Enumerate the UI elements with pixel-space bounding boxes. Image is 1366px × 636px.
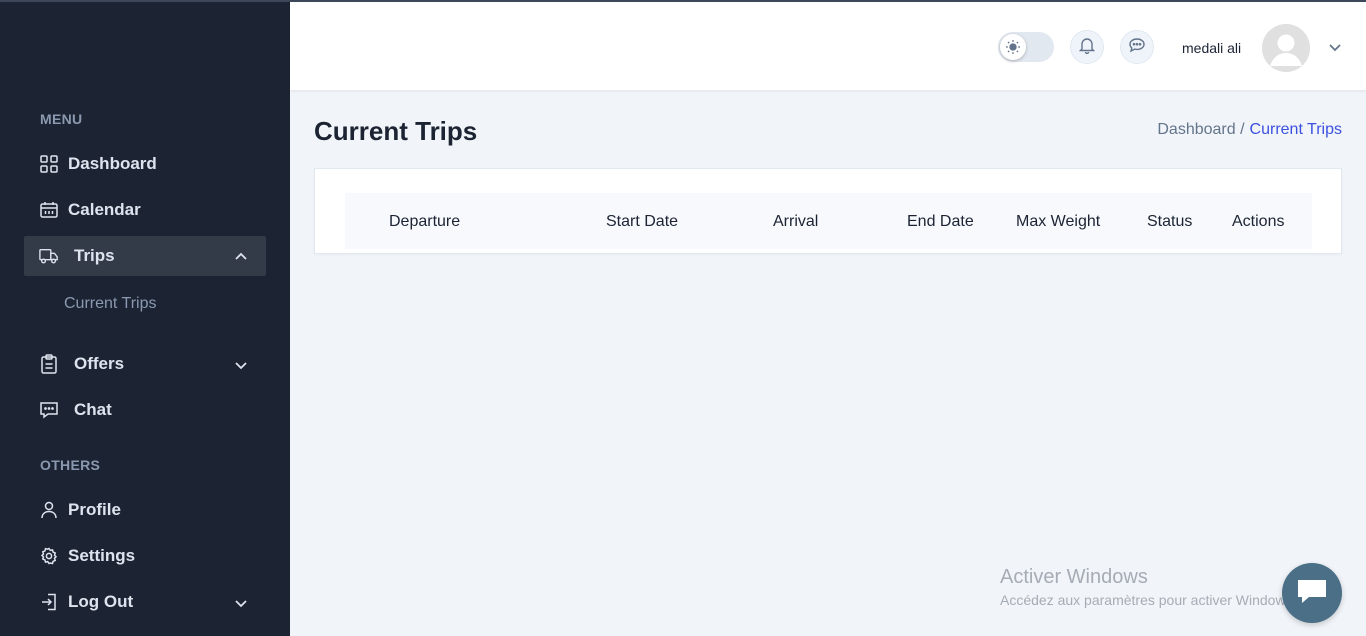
chat-bubble-icon: [1128, 37, 1146, 58]
sidebar-item-label: Dashboard: [68, 154, 157, 173]
column-header-arrival: Arrival: [773, 213, 819, 230]
gear-icon: [39, 547, 59, 565]
calendar-icon: [39, 201, 59, 219]
sun-icon: [1000, 34, 1026, 60]
clipboard-icon: [39, 354, 59, 374]
page-title: Current Trips: [314, 116, 478, 146]
messages-button[interactable]: [1120, 30, 1154, 64]
column-header-actions: Actions: [1232, 213, 1285, 230]
trips-table-card: Departure Start Date Arrival End Date Ma…: [314, 168, 1342, 254]
user-avatar-icon[interactable]: [1262, 24, 1310, 72]
top-header: medali ali: [290, 0, 1366, 90]
chat-widget-button[interactable]: [1282, 563, 1342, 623]
user-name[interactable]: medali ali: [1182, 40, 1241, 56]
breadcrumb-dashboard-link[interactable]: Dashboard /: [1157, 121, 1244, 138]
sidebar-item-label: Settings: [68, 546, 136, 565]
column-header-end-date: End Date: [907, 213, 974, 230]
chevron-down-icon: [234, 357, 248, 371]
bell-icon: [1078, 36, 1096, 59]
sidebar-item-label: Log Out: [68, 592, 134, 611]
column-header-start-date: Start Date: [606, 213, 679, 230]
notifications-button[interactable]: [1070, 30, 1104, 64]
column-header-status: Status: [1147, 213, 1193, 230]
sidebar-item-chat[interactable]: Chat: [24, 390, 266, 430]
table-header: Departure Start Date Arrival End Date Ma…: [345, 193, 1312, 249]
message-icon: [1295, 577, 1329, 610]
sidebar-item-offers[interactable]: Offers: [24, 344, 266, 384]
sidebar-item-profile[interactable]: Profile: [24, 490, 266, 530]
sidebar-item-calendar[interactable]: Calendar: [24, 190, 266, 230]
column-header-max-weight: Max Weight: [1016, 213, 1101, 230]
activation-watermark-title: Activer Windows: [1000, 566, 1148, 588]
breadcrumb-current: Current Trips: [1249, 121, 1342, 138]
grid-icon: [39, 155, 59, 173]
sidebar-item-settings[interactable]: Settings: [24, 536, 266, 576]
sidebar-item-logout[interactable]: Log Out: [24, 582, 266, 622]
sidebar: MENU Dashboard Calendar Trips Current Tr…: [0, 0, 290, 636]
sidebar-item-dashboard[interactable]: Dashboard: [24, 144, 266, 184]
sidebar-item-label: Calendar: [68, 200, 141, 219]
sidebar-item-label: Profile: [68, 500, 121, 519]
activation-watermark-subtitle: Accédez aux paramètres pour activer Wind…: [1000, 592, 1297, 608]
chevron-up-icon: [234, 249, 248, 263]
user-icon: [39, 501, 59, 519]
sidebar-item-label: Chat: [74, 400, 112, 419]
chevron-down-icon[interactable]: [1328, 40, 1342, 54]
column-header-departure: Departure: [389, 213, 461, 230]
sidebar-item-label: Offers: [74, 354, 125, 373]
breadcrumb: Dashboard / Current Trips: [1157, 121, 1342, 139]
sidebar-item-label: Trips: [74, 246, 115, 265]
menu-section-label: MENU: [40, 111, 83, 127]
truck-icon: [39, 247, 59, 265]
chevron-down-icon: [234, 595, 248, 609]
logout-icon: [39, 593, 59, 611]
sidebar-subitem-current-trips[interactable]: Current Trips: [64, 295, 156, 313]
chat-icon: [39, 401, 59, 419]
theme-toggle[interactable]: [998, 32, 1054, 62]
sidebar-item-trips[interactable]: Trips: [24, 236, 266, 276]
others-section-label: OTHERS: [40, 457, 101, 473]
